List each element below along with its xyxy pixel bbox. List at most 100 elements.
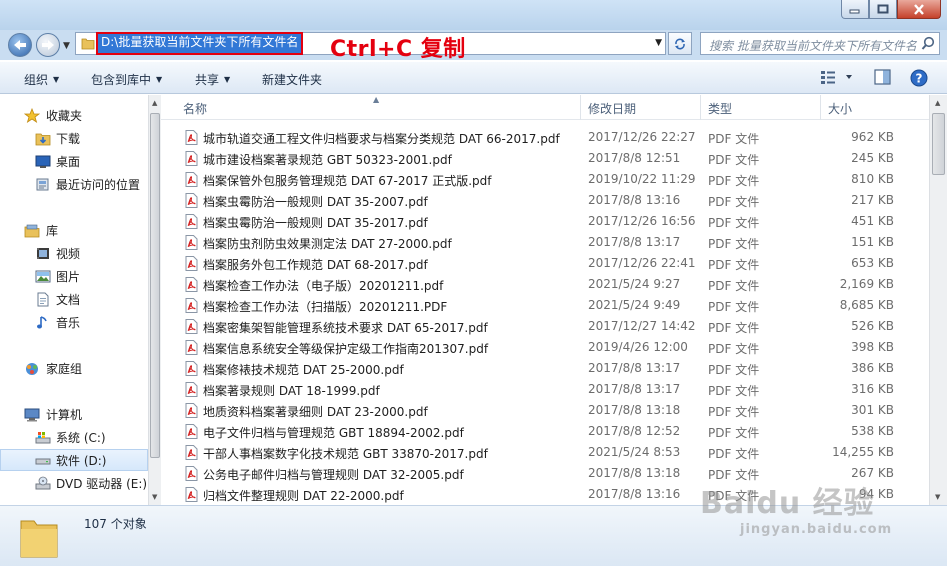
column-divider[interactable] (820, 95, 821, 120)
file-name: 档案密集架智能管理系统技术要求 DAT 65-2017.pdf (203, 321, 488, 335)
watermark: Baidu 经验 jingyan.baidu.com (700, 478, 892, 537)
file-row[interactable]: 干部人事档案数字化技术规范 GBT 33870-2017.pdf 2021/5/2… (161, 442, 929, 463)
address-path[interactable]: D:\批量获取当前文件夹下所有文件名 (95, 32, 304, 55)
file-name: 公务电子邮件归档与管理规则 DAT 32-2005.pdf (203, 468, 464, 482)
file-row[interactable]: 档案检查工作办法（电子版）20201211.pdf 2021/5/24 9:27 P… (161, 274, 929, 295)
scroll-down-icon[interactable]: ▼ (152, 493, 157, 501)
file-type: PDF 文件 (708, 174, 760, 188)
column-divider[interactable] (700, 95, 701, 120)
pictures-icon (35, 269, 51, 284)
file-row[interactable]: 档案服务外包工作规范 DAT 68-2017.pdf 2017/12/26 22:… (161, 253, 929, 274)
file-size: 217 KB (851, 193, 894, 207)
desktop-icon (35, 154, 51, 169)
nav-homegroup[interactable]: 家庭组 (0, 357, 148, 379)
nav-pictures[interactable]: 图片 (0, 265, 148, 287)
preview-pane-button[interactable] (874, 69, 892, 89)
file-list-scrollbar[interactable]: ▲ ▼ (929, 95, 947, 505)
computer-icon (24, 407, 40, 422)
file-modified: 2017/8/8 13:16 (588, 193, 681, 207)
file-row[interactable]: 档案修裱技术规范 DAT 25-2000.pdf 2017/8/8 13:17 PD… (161, 358, 929, 379)
include-in-library-menu[interactable]: 包含到库中 ▼ (91, 71, 162, 88)
nav-libraries[interactable]: 库 (0, 219, 148, 241)
file-row[interactable]: 档案信息系统安全等级保护定级工作指南201307.pdf 2019/4/26 12… (161, 337, 929, 358)
search-box[interactable]: 搜索 批量获取当前文件夹下所有文件名 (700, 32, 940, 55)
nav-pictures-label: 图片 (56, 269, 81, 284)
nav-drive-d[interactable]: 软件 (D:) (0, 449, 148, 471)
pdf-file-icon (185, 382, 198, 400)
refresh-icon (675, 38, 685, 49)
file-name: 干部人事档案数字化技术规范 GBT 33870-2017.pdf (203, 447, 488, 461)
new-folder-label: 新建文件夹 (262, 73, 323, 87)
column-name[interactable]: 名称 (183, 100, 207, 117)
pdf-file-icon (185, 403, 198, 421)
video-icon (35, 246, 51, 261)
pdf-file-icon (185, 193, 198, 211)
downloads-folder-icon (35, 131, 51, 146)
file-type: PDF 文件 (708, 153, 760, 167)
file-name: 城市轨道交通工程文件归档要求与档案分类规范 DAT 66-2017.pdf (203, 132, 560, 146)
column-divider[interactable] (580, 95, 581, 120)
file-row[interactable]: 档案检查工作办法（扫描版）20201211.PDF 2021/5/24 9:49 P… (161, 295, 929, 316)
file-row[interactable]: 档案保管外包服务管理规范 DAT 67-2017 正式版.pdf 2019/10/… (161, 169, 929, 190)
file-row[interactable]: 档案虫霉防治一般规则 DAT 35-2007.pdf 2017/8/8 13:16… (161, 190, 929, 211)
file-row[interactable]: 档案著录规则 DAT 18-1999.pdf 2017/8/8 13:17 PDF … (161, 379, 929, 400)
file-size: 245 KB (851, 151, 894, 165)
back-button[interactable] (8, 33, 32, 57)
pdf-file-icon (185, 256, 198, 274)
address-dropdown-icon[interactable]: ▼ (655, 38, 662, 48)
nav-homegroup-label: 家庭组 (46, 361, 83, 376)
refresh-button[interactable] (668, 32, 692, 55)
maximize-icon (877, 4, 889, 14)
file-row[interactable]: 档案密集架智能管理系统技术要求 DAT 65-2017.pdf 2017/12/2… (161, 316, 929, 337)
history-dropdown-icon[interactable]: ▼ (63, 41, 70, 51)
minimize-button[interactable] (841, 0, 869, 19)
file-list-scroll-thumb[interactable] (932, 113, 945, 175)
nav-drive-e-label: DVD 驱动器 (E:) (56, 476, 148, 491)
scroll-up-icon[interactable]: ▲ (935, 99, 940, 107)
view-options-button[interactable] (820, 69, 854, 88)
file-size: 538 KB (851, 424, 894, 438)
folder-icon (81, 37, 95, 53)
maximize-button[interactable] (869, 0, 897, 19)
nav-drive-d-label: 软件 (D:) (56, 453, 107, 468)
column-type[interactable]: 类型 (708, 100, 732, 117)
nav-music[interactable]: 音乐 (0, 311, 148, 333)
nav-downloads[interactable]: 下载 (0, 127, 148, 149)
nav-desktop[interactable]: 桌面 (0, 150, 148, 172)
scroll-up-icon[interactable]: ▲ (152, 99, 157, 107)
close-button[interactable] (897, 0, 941, 19)
nav-documents[interactable]: 文档 (0, 288, 148, 310)
pdf-file-icon (185, 340, 198, 358)
file-row[interactable]: 城市建设档案著录规范 GBT 50323-2001.pdf 2017/8/8 12… (161, 148, 929, 169)
file-list: ▲ 名称 修改日期 类型 大小 城市轨道交通工程文件归档要求与档案分类规范 DA… (161, 95, 929, 505)
nav-favorites[interactable]: 收藏夹 (0, 104, 148, 126)
file-row[interactable]: 地质资料档案著录细则 DAT 23-2000.pdf 2017/8/8 13:18… (161, 400, 929, 421)
file-name: 档案著录规则 DAT 18-1999.pdf (203, 384, 380, 398)
nav-scrollbar[interactable]: ▲ ▼ (148, 95, 161, 505)
share-menu[interactable]: 共享 ▼ (195, 71, 230, 88)
nav-videos[interactable]: 视频 (0, 242, 148, 264)
organize-menu[interactable]: 组织 ▼ (24, 71, 59, 88)
column-size[interactable]: 大小 (828, 100, 852, 117)
search-icon[interactable] (921, 36, 935, 54)
nav-drive-c[interactable]: 系统 (C:) (0, 426, 148, 448)
pdf-file-icon (185, 361, 198, 379)
scroll-down-icon[interactable]: ▼ (935, 493, 940, 501)
file-row[interactable]: 城市轨道交通工程文件归档要求与档案分类规范 DAT 66-2017.pdf 201… (161, 127, 929, 148)
chevron-down-icon: ▼ (224, 75, 231, 84)
file-type: PDF 文件 (708, 321, 760, 335)
nav-drive-e[interactable]: DVD 驱动器 (E:) (0, 472, 148, 494)
system-drive-icon (35, 430, 51, 445)
nav-recent-places[interactable]: 最近访问的位置 (0, 173, 148, 195)
file-row[interactable]: 档案防虫剂防虫效果测定法 DAT 27-2000.pdf 2017/8/8 13:… (161, 232, 929, 253)
nav-music-label: 音乐 (56, 315, 81, 330)
file-modified: 2021/5/24 8:53 (588, 445, 681, 459)
new-folder-button[interactable]: 新建文件夹 (262, 71, 322, 88)
nav-scroll-thumb[interactable] (150, 113, 160, 458)
help-button[interactable]: ? (910, 69, 928, 90)
file-row[interactable]: 档案虫霉防治一般规则 DAT 35-2017.pdf 2017/12/26 16:… (161, 211, 929, 232)
nav-computer[interactable]: 计算机 (0, 403, 148, 425)
forward-button[interactable] (36, 33, 60, 57)
file-row[interactable]: 电子文件归档与管理规范 GBT 18894-2002.pdf 2017/8/8 1… (161, 421, 929, 442)
column-modified[interactable]: 修改日期 (588, 100, 636, 117)
